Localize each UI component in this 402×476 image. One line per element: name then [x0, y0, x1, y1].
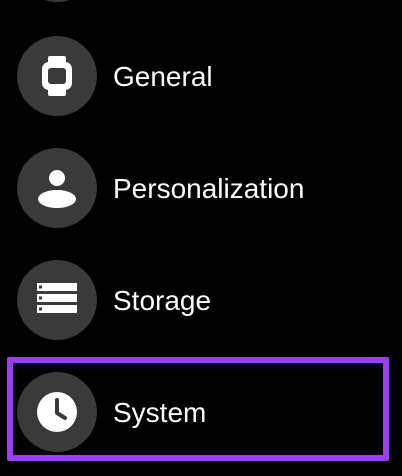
- watch-icon: [17, 36, 97, 116]
- settings-list: General Personalization Storage System: [0, 0, 402, 476]
- settings-item-label: Personalization: [113, 173, 305, 204]
- highlight-box: [7, 357, 389, 461]
- settings-item-general[interactable]: General: [0, 26, 402, 130]
- settings-item-storage[interactable]: Storage: [0, 250, 402, 354]
- person-icon: [17, 148, 97, 228]
- settings-item-label: General: [113, 61, 213, 92]
- storage-icon: [17, 260, 97, 340]
- settings-item-personalization[interactable]: Personalization: [0, 138, 402, 242]
- previous-item-icon-circle[interactable]: [17, 0, 97, 2]
- settings-item-label: Storage: [113, 285, 212, 316]
